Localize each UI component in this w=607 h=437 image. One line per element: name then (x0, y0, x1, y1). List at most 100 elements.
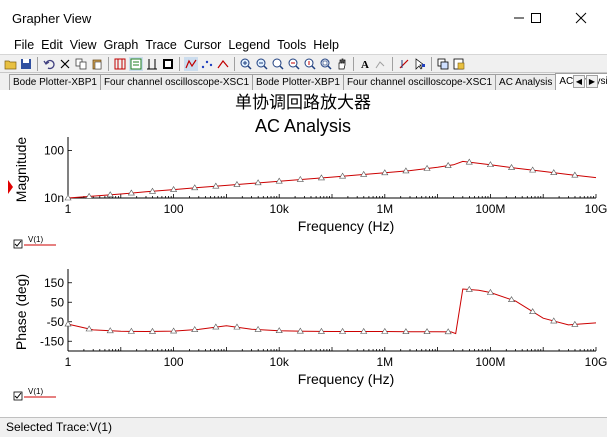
overlay-icon (437, 58, 449, 69)
save-button[interactable] (19, 57, 33, 71)
phase-legend-label: V(1) (28, 387, 43, 396)
copy-button[interactable] (74, 57, 88, 71)
open-button[interactable] (3, 57, 17, 71)
graph-canvas[interactable]: 单协调回路放大器 AC Analysis 1 100 10k 1M 100M 10G 10n… (0, 90, 607, 417)
cut-button[interactable] (58, 57, 72, 71)
magnitude-x-tick-label: 1 (65, 202, 72, 216)
annotate-icon (375, 60, 385, 68)
background-toggle-button[interactable] (161, 57, 175, 71)
menu-edit[interactable]: Edit (41, 38, 63, 52)
magnitude-trace-line[interactable] (67, 160, 597, 199)
maximize-icon (531, 13, 541, 23)
grid-icon (114, 58, 126, 69)
zoom-full-button[interactable] (319, 57, 333, 71)
menu-file[interactable]: File (14, 38, 34, 52)
toolbar-separator (392, 56, 393, 71)
cursor-button[interactable] (397, 57, 411, 71)
show-markers-button[interactable] (216, 57, 230, 71)
grapher-plot-area[interactable]: 单协调回路放大器 AC Analysis 1 100 10k 1M 100M 10G 10n… (0, 90, 607, 417)
phase-y-tick-label: -50 (47, 315, 65, 329)
phase-trace-line[interactable] (67, 288, 597, 335)
tab-oscilloscope-2[interactable]: Four channel oscilloscope-XSC1 (342, 74, 497, 90)
export-icon (453, 58, 465, 69)
triangle-left-icon: ◀ (575, 77, 583, 86)
zoom-full-icon (320, 58, 332, 70)
menu-view[interactable]: View (70, 38, 97, 52)
cursor-bars-icon (147, 58, 157, 69)
tab-scroll-left-button[interactable]: ◀ (573, 75, 585, 88)
magnitude-x-axis-label: Frequency (Hz) (298, 218, 394, 234)
show-points-button[interactable] (200, 57, 214, 71)
folder-open-icon (4, 60, 16, 69)
zoom-in-button[interactable] (239, 57, 253, 71)
dot-trace-icon (201, 60, 213, 68)
magnitude-y-axis-label: Magnitude (13, 137, 29, 203)
cursor-toggle-button[interactable] (145, 57, 159, 71)
copy-icon (75, 58, 87, 69)
phase-trace-marker (423, 328, 431, 334)
magnitude-x-tick-label: 100M (475, 202, 505, 216)
toolbar-separator (179, 56, 180, 71)
tab-bode-plotter-1[interactable]: Bode Plotter-XBP1 (9, 74, 101, 90)
zoom-area-button[interactable] (271, 57, 285, 71)
magnitude-graph[interactable]: 1 100 10k 1M 100M 10G 10n 100 Frequency (Hz) Magn… (13, 137, 607, 249)
tab-scroll-right-button[interactable]: ▶ (586, 75, 598, 88)
magnitude-x-tick-label: 10G (585, 202, 607, 216)
phase-graph[interactable]: 1 100 10k 1M 100M 10G 150 50 -50 -150 Frequency (H… (13, 269, 607, 401)
window-title: Grapher View (12, 11, 92, 26)
zoom-y-button[interactable] (303, 57, 317, 71)
legend-toggle-button[interactable] (129, 56, 143, 71)
zoom-out-icon (256, 58, 268, 70)
export-button[interactable] (452, 57, 466, 71)
phase-x-tick-label: 100 (164, 355, 184, 369)
menu-tools[interactable]: Tools (277, 38, 306, 52)
menu-cursor[interactable]: Cursor (184, 38, 222, 52)
phase-x-tick-label: 100M (475, 355, 505, 369)
phase-y-axis-label: Phase (deg) (13, 274, 29, 350)
phase-x-tick-label: 10k (270, 355, 290, 369)
menu-trace[interactable]: Trace (145, 38, 177, 52)
cursor-icon (399, 59, 409, 68)
graph-title: AC Analysis (255, 116, 351, 136)
pan-button[interactable] (335, 57, 349, 71)
hand-icon (338, 58, 346, 69)
tab-bar: Bode Plotter-XBP1 Four channel oscillosc… (0, 72, 607, 90)
zoom-x-button[interactable] (287, 57, 301, 71)
undo-button[interactable] (42, 57, 56, 71)
text-button[interactable]: A (358, 57, 372, 71)
zoom-y-icon (304, 58, 316, 70)
annotate-button[interactable] (374, 57, 388, 71)
toolbar-separator (108, 56, 109, 71)
menu-help[interactable]: Help (313, 38, 339, 52)
phase-x-tick-label: 1M (376, 355, 393, 369)
svg-text:A: A (361, 59, 369, 70)
overlay-traces-button[interactable] (436, 57, 450, 71)
menu-bar: File Edit View Graph Trace Cursor Legend… (0, 36, 607, 54)
paste-button[interactable] (90, 57, 104, 71)
tab-bode-plotter-2[interactable]: Bode Plotter-XBP1 (252, 74, 344, 90)
phase-x-tick-label: 10G (585, 355, 607, 369)
save-icon (21, 58, 31, 69)
phase-y-tick-label: -150 (40, 334, 64, 348)
phase-y-tick-label: 50 (51, 295, 65, 309)
marker-button[interactable] (413, 57, 427, 71)
text-tool-icon: A (361, 59, 369, 70)
menu-graph[interactable]: Graph (104, 38, 139, 52)
menu-legend[interactable]: Legend (228, 38, 270, 52)
marker-trace-icon (217, 59, 229, 68)
magnitude-legend-label: V(1) (28, 235, 43, 244)
grid-toggle-button[interactable] (113, 57, 127, 71)
tab-ac-analysis-1[interactable]: AC Analysis (495, 74, 557, 90)
marker-icon (415, 57, 426, 70)
zoom-out-button[interactable] (255, 57, 269, 71)
graph-title-cn: 单协调回路放大器 (235, 93, 371, 113)
maximize-button[interactable] (521, 6, 551, 30)
zoom-x-icon (288, 58, 300, 70)
cut-icon (60, 59, 70, 68)
legend-icon (130, 58, 142, 69)
close-button[interactable] (566, 6, 596, 30)
triangle-right-icon: ▶ (588, 77, 596, 86)
tab-oscilloscope-1[interactable]: Four channel oscilloscope-XSC1 (99, 74, 254, 90)
show-lines-button[interactable] (184, 56, 198, 71)
title-bar: Grapher View (0, 0, 607, 36)
